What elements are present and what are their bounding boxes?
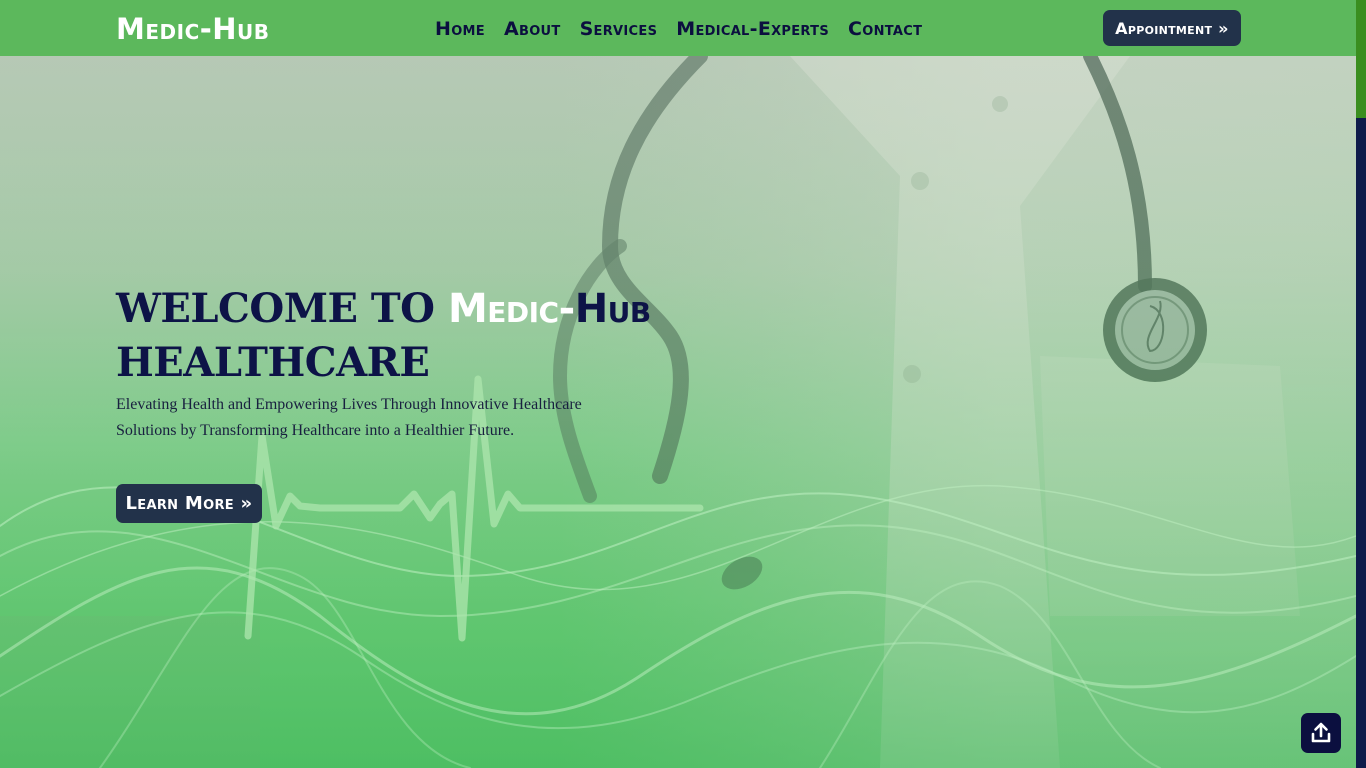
nav-medical-experts-link[interactable]: Medical-Experts xyxy=(676,17,829,41)
nav-services-link[interactable]: Services xyxy=(580,17,658,41)
main-nav: Home About Services Medical-Experts Cont… xyxy=(435,17,941,41)
nav-contact-link[interactable]: Contact xyxy=(848,17,922,41)
hero-title-suffix: HEALTHCARE xyxy=(116,339,430,386)
nav-home-link[interactable]: Home xyxy=(435,17,485,41)
hero-title-brand-part2: Hub xyxy=(574,286,652,332)
hero-title-prefix: WELCOME TO xyxy=(116,285,448,332)
hero-title-brand-part1: Medic- xyxy=(447,286,575,332)
site-logo[interactable]: Medic-Hub xyxy=(116,12,270,46)
scrollbar-thumb[interactable] xyxy=(1356,0,1366,118)
hero-title: WELCOME TO Medic-Hub HEALTHCARE xyxy=(116,282,736,390)
back-to-top-button[interactable] xyxy=(1301,713,1341,753)
upload-arrow-icon xyxy=(1311,722,1331,743)
top-navbar: Medic-Hub Home About Services Medical-Ex… xyxy=(0,0,1356,56)
nav-about-link[interactable]: About xyxy=(504,17,561,41)
learn-more-button[interactable]: Learn More » xyxy=(116,484,262,523)
hero-section: WELCOME TO Medic-Hub HEALTHCARE Elevating… xyxy=(0,56,1356,768)
hero-title-brand: Medic-Hub xyxy=(448,286,651,332)
hero-subtitle: Elevating Health and Empowering Lives Th… xyxy=(116,396,582,439)
page-scrollbar[interactable] xyxy=(1356,0,1366,768)
appointment-button[interactable]: Appointment » xyxy=(1103,10,1241,46)
